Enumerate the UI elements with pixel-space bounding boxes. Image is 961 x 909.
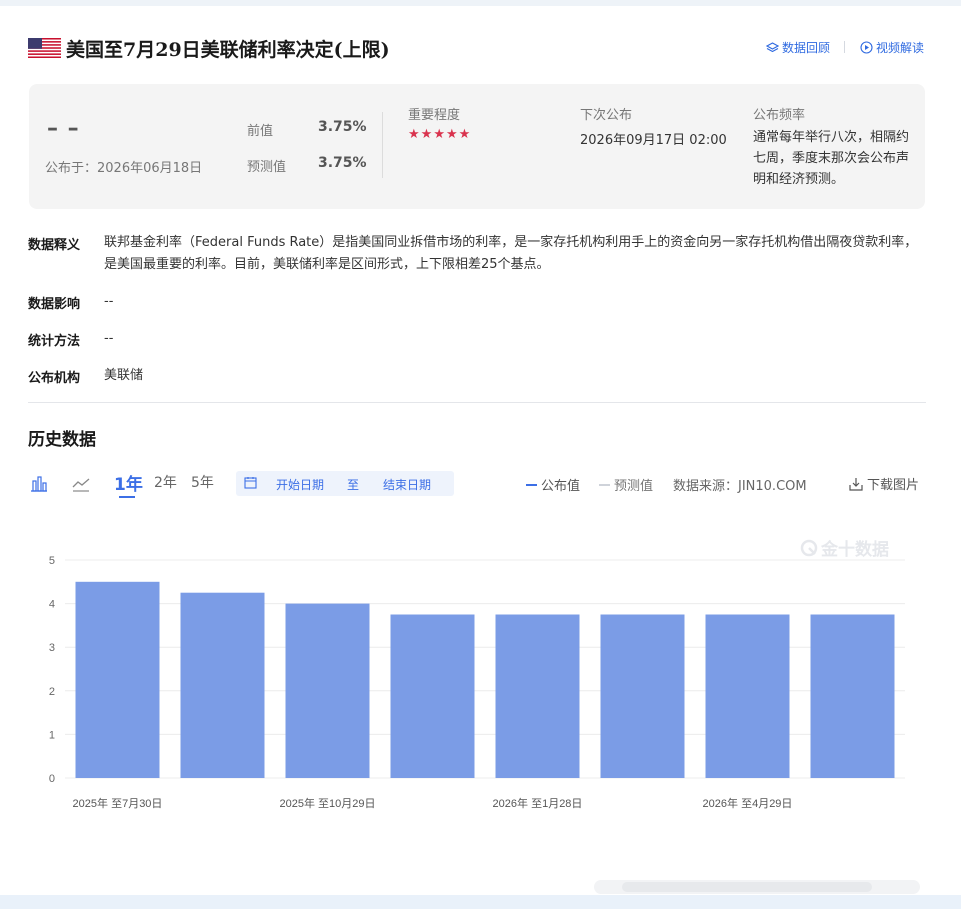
bar[interactable] [600,614,685,779]
data-source: 数据来源：JIN10.COM [673,479,807,494]
bar-chart-icon[interactable] [28,474,50,494]
bar[interactable] [390,614,475,779]
forecast-value: 3.75% [318,155,367,171]
history-title: 历史数据 [28,430,96,450]
date-range-picker[interactable]: 开始日期 至 结束日期 [236,471,454,496]
impact-value: -- [104,294,114,309]
panel-divider [382,112,383,178]
top-strip [0,0,961,6]
bar[interactable] [285,603,370,778]
history-bar-chart: 0 1 2 3 4 5 2025年 至7月30日 2025年 至10月29日 2026年 至1月… [49,555,905,810]
section-divider [28,402,926,403]
y-tick-label: 2 [49,686,55,698]
legend-forecast-swatch [599,483,610,486]
data-review-label: 数据回顾 [782,41,831,55]
download-image-button[interactable]: 下载图片 [849,474,919,493]
video-label: 视频解读 [876,41,925,55]
layers-icon [766,41,779,52]
range-5y-tab[interactable]: 5年 [191,472,214,492]
legend-published-label: 公布值 [541,479,581,494]
us-flag-icon [28,38,61,58]
next-release-value: 2026年09月17日 02:00 [580,133,727,148]
legend-forecast[interactable]: 预测值 [599,475,653,494]
summary-panel: – – 公布于：2026年06月18日 前值 3.75% 预测值 3.75% 重… [29,84,925,209]
star-icon: ★ [408,127,420,142]
frequency-value: 通常每年举行八次，相隔约七周，季度末那次会公布声明和经济预测。 [753,130,910,187]
y-tick-label: 5 [49,555,55,567]
download-label: 下载图片 [867,478,920,493]
bottom-strip [0,895,961,909]
video-link[interactable]: 视频解读 [860,39,924,56]
line-chart-icon[interactable] [70,474,92,494]
calendar-icon [244,477,257,489]
publish-date: 公布于：2026年06月18日 [45,161,203,176]
y-tick-label: 4 [49,599,55,611]
definition-value: 联邦基金利率（Federal Funds Rate）是指美国同业拆借市场的利率，… [104,235,918,272]
previous-label: 前值 [247,124,274,139]
page-title: 美国至7月29日美联储利率决定(上限) [66,39,390,61]
bar[interactable] [75,581,160,778]
star-icon: ★ [420,127,433,142]
range-1y-tab[interactable]: 1年 [114,470,143,495]
download-icon [849,477,863,491]
method-value: -- [104,331,114,346]
y-tick-label: 1 [49,729,55,741]
forecast-label: 预测值 [247,160,287,175]
active-range-underline [119,496,135,498]
start-date-input[interactable]: 开始日期 [276,476,324,493]
date-range-to: 至 [347,478,360,492]
method-key: 统计方法 [28,334,81,349]
data-review-link[interactable]: 数据回顾 [766,39,830,56]
y-tick-label: 0 [49,773,55,785]
agency-key: 公布机构 [28,371,81,386]
header: 美国至7月29日美联储利率决定(上限) 数据回顾 视频解读 [28,34,926,62]
bar[interactable] [705,614,790,779]
bar[interactable] [180,592,265,778]
play-circle-icon [860,41,873,54]
x-tick-label: 2026年 至1月28日 [493,796,583,810]
frequency-label: 公布频率 [753,108,806,123]
link-separator [844,41,845,53]
end-date-input[interactable]: 结束日期 [383,476,431,493]
legend-published[interactable]: 公布值 [526,475,580,494]
bar[interactable] [810,614,895,779]
x-tick-label: 2026年 至4月29日 [703,796,793,810]
next-release-label: 下次公布 [580,108,633,123]
bar[interactable] [495,614,580,779]
impact-key: 数据影响 [28,297,81,312]
actual-value: – – [47,116,80,141]
star-icon: ★ [458,127,471,142]
x-tick-label: 2025年 至7月30日 [73,796,163,810]
star-icon: ★ [433,127,445,142]
importance-label: 重要程度 [408,108,461,123]
star-icon: ★ [445,127,458,142]
agency-value: 美联储 [104,368,144,383]
legend-published-swatch [526,483,537,486]
legend-forecast-label: 预测值 [614,479,654,494]
y-tick-label: 3 [49,642,55,654]
x-tick-label: 2025年 至10月29日 [280,796,376,810]
importance-stars: ★ ★ ★ ★ ★ [408,128,470,141]
previous-value: 3.75% [318,119,367,135]
range-2y-tab[interactable]: 2年 [154,472,177,492]
chart-toolbar: 1年 2年 5年 开始日期 至 结束日期 公布值 预测值 数据来源：JIN10.… [28,469,926,499]
definition-key: 数据释义 [28,238,81,253]
